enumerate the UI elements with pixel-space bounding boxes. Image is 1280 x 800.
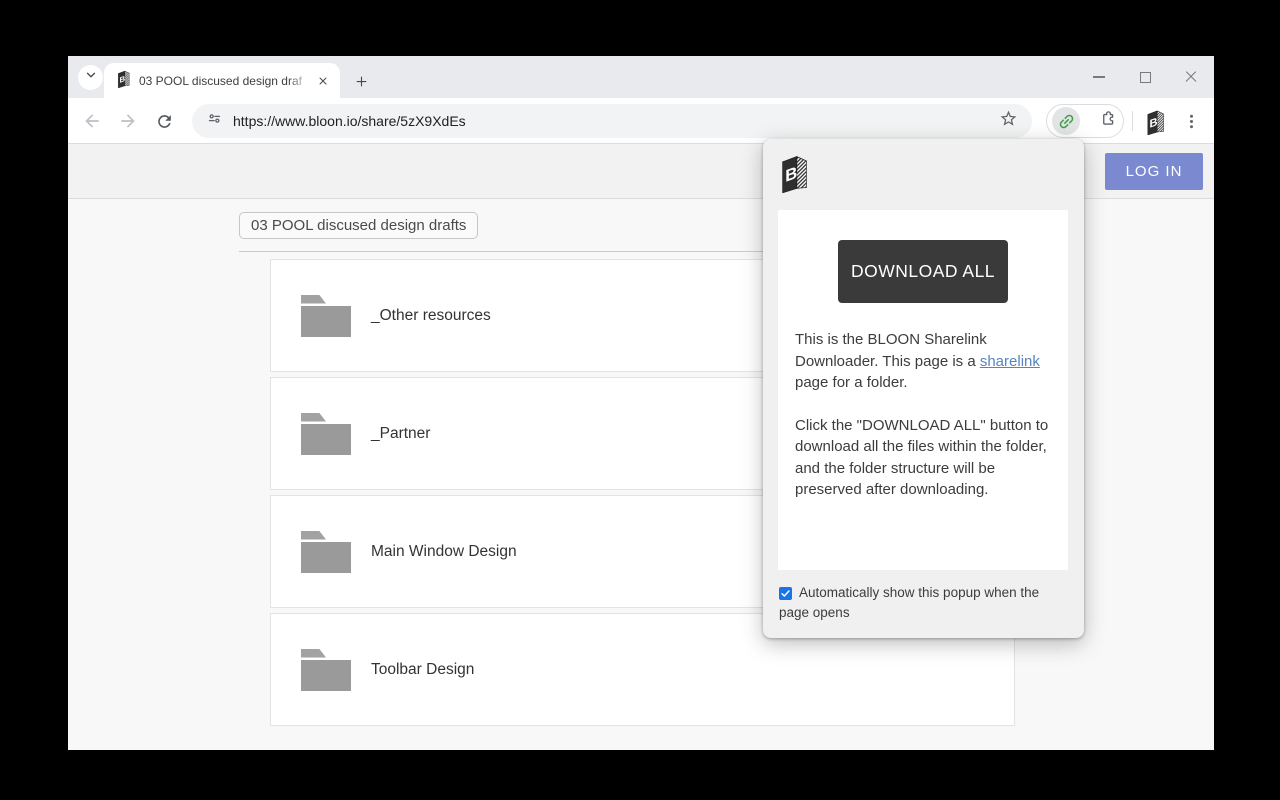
url-text[interactable]: https://www.bloon.io/share/5zX9XdEs [233,113,999,129]
three-dots-icon [1189,114,1193,128]
maximize-icon [1139,71,1151,83]
popup-paragraph-2: Click the "DOWNLOAD ALL" button to downl… [795,416,1049,499]
browser-tab[interactable]: B 03 POOL discused design draf [104,63,340,98]
tab-title: 03 POOL discused design draf [139,73,314,88]
bookmark-star-icon[interactable] [999,109,1018,133]
folder-icon [301,412,351,455]
popup-paragraph-1: This is the BLOON Sharelink Downloader. … [795,331,1040,391]
bloon-extension-button[interactable] [1052,107,1080,135]
folder-name: Toolbar Design [371,660,475,678]
browser-toolbar: https://www.bloon.io/share/5zX9XdEs B [68,98,1214,144]
profile-avatar[interactable]: B [1142,106,1170,136]
breadcrumb[interactable]: 03 POOL discused design drafts [239,212,479,239]
link-icon [1059,114,1073,128]
tab-close-icon[interactable] [314,72,331,89]
reload-icon [157,114,171,128]
popup-description: This is the BLOON Sharelink Downloader. … [795,329,1055,501]
back-button[interactable] [79,108,105,134]
arrow-back-icon [85,114,99,128]
screenshot-frame: B 03 POOL discused design draf https://w… [0,0,1280,800]
bloon-logo-icon: B [780,152,810,198]
tab-strip: B 03 POOL discused design draf [68,56,1214,98]
puzzle-icon [1103,111,1114,125]
folder-icon [301,530,351,573]
new-tab-button[interactable] [349,69,374,94]
folder-name: _Other resources [371,306,491,324]
folder-name: _Partner [371,424,431,442]
minimize-button[interactable] [1076,56,1122,98]
auto-show-setting: Automatically show this popup when the p… [779,583,1063,622]
login-button[interactable]: LOG IN [1105,153,1203,190]
browser-menu-button[interactable] [1178,108,1204,134]
forward-button[interactable] [115,108,141,134]
reload-button[interactable] [151,108,177,134]
address-bar[interactable]: https://www.bloon.io/share/5zX9XdEs [192,104,1032,138]
bloon-favicon-icon: B [117,69,131,93]
extension-popup: B DOWNLOAD ALL This is the BLOON Shareli… [763,139,1084,638]
arrow-forward-icon [121,114,135,128]
download-all-button[interactable]: DOWNLOAD ALL [838,240,1008,303]
checkbox-label[interactable]: Automatically show this popup when the p… [779,585,1039,620]
minimize-icon [1093,76,1105,78]
window-controls [1076,56,1214,98]
site-settings-icon[interactable] [206,110,223,132]
maximize-button[interactable] [1122,56,1168,98]
checkbox-checked[interactable] [779,587,792,600]
folder-icon [301,294,351,337]
chevron-down-icon [84,68,98,87]
close-icon [1184,70,1198,84]
folder-icon [301,648,351,691]
sharelink-link[interactable]: sharelink [980,353,1040,370]
tab-search-button[interactable] [78,65,103,90]
extensions-pill [1046,104,1124,138]
popup-panel: DOWNLOAD ALL This is the BLOON Sharelink… [778,210,1068,570]
browser-window: B 03 POOL discused design draf https://w… [68,56,1214,750]
folder-name: Main Window Design [371,542,517,560]
toolbar-separator [1132,111,1133,131]
close-button[interactable] [1168,56,1214,98]
extensions-menu-button[interactable] [1099,109,1118,133]
